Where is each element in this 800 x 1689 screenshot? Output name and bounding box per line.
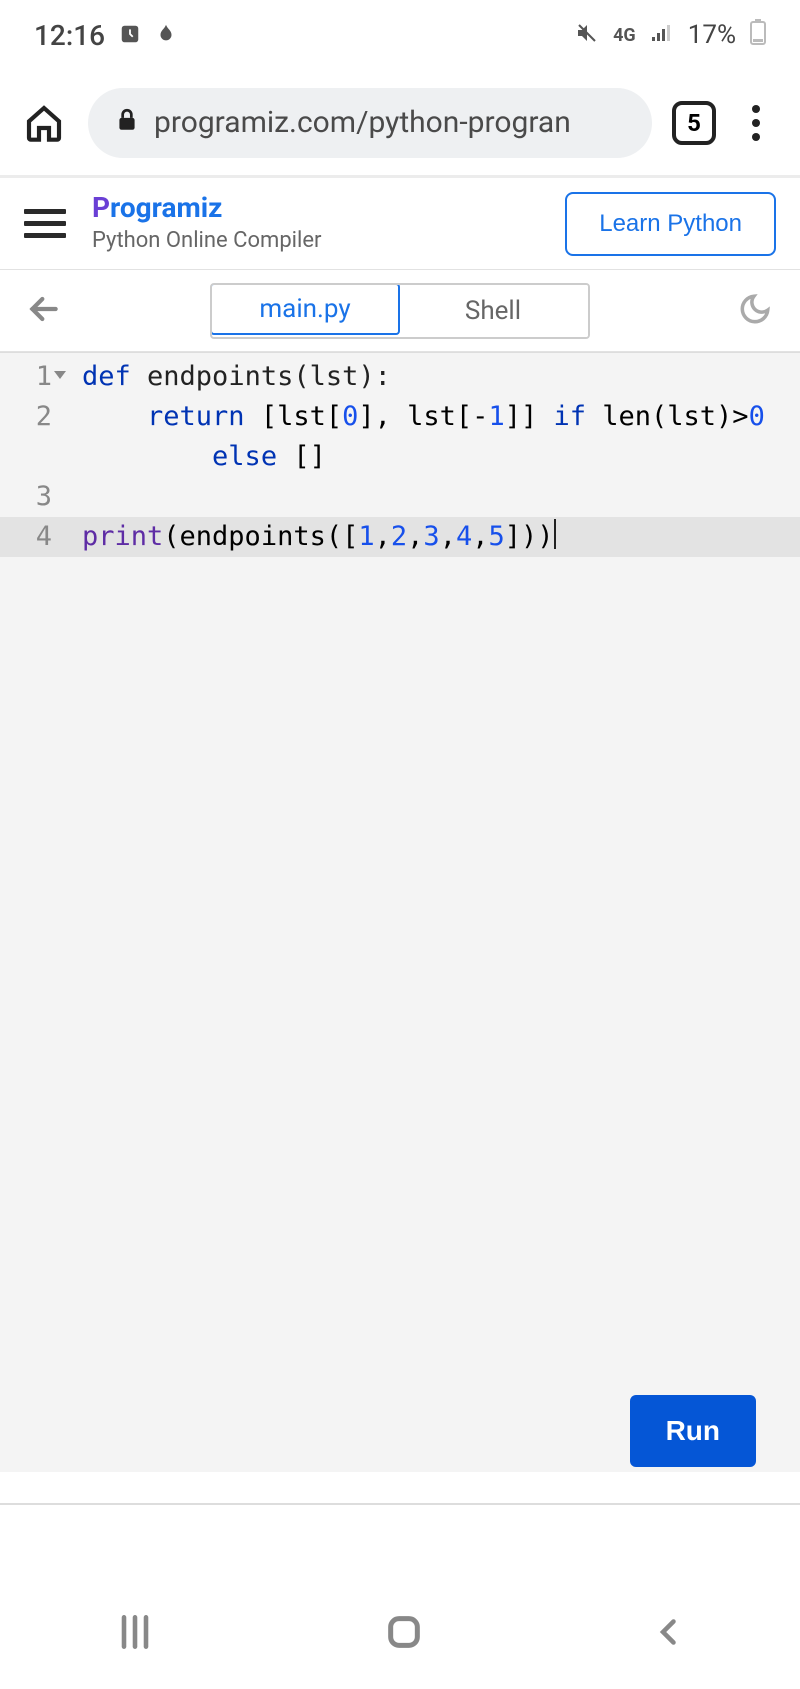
status-right: 4G 17%: [575, 19, 766, 52]
dark-mode-toggle[interactable]: [738, 292, 772, 330]
menu-button[interactable]: [24, 209, 68, 238]
gutter-2: 2: [0, 397, 64, 437]
code-text-4: print(endpoints([1,2,3,4,5])): [64, 517, 556, 557]
site-header: Programiz Python Online Compiler Learn P…: [0, 178, 800, 270]
code-line-4[interactable]: 4 print(endpoints([1,2,3,4,5])): [0, 517, 800, 557]
tab-main-py[interactable]: main.py: [210, 283, 400, 335]
android-nav-bar: [0, 1579, 800, 1689]
gutter-1: 1: [0, 357, 64, 397]
code-editor[interactable]: 1 def endpoints(lst): 2 return [lst[0], …: [0, 352, 800, 1472]
editor-bottom-border: [0, 1503, 800, 1505]
editor-tabs-row: main.py Shell: [0, 270, 800, 352]
back-button[interactable]: [24, 289, 64, 333]
logo-rest: rogramiz: [110, 191, 222, 224]
cursor: [554, 519, 556, 549]
gutter-4: 4: [0, 517, 64, 557]
browser-toolbar: programiz.com/python-progran 5: [0, 70, 800, 178]
battery-percent: 17%: [688, 20, 736, 50]
code-line-2-wrap[interactable]: else []: [0, 437, 800, 477]
app-icon-1: [119, 19, 141, 52]
fold-icon[interactable]: [54, 371, 66, 379]
code-line-1[interactable]: 1 def endpoints(lst):: [0, 357, 800, 397]
browser-menu-button[interactable]: [736, 103, 776, 143]
app-icon-2: [155, 19, 177, 52]
tab-shell[interactable]: Shell: [398, 285, 588, 337]
run-button[interactable]: Run: [630, 1395, 756, 1467]
code-line-2[interactable]: 2 return [lst[0], lst[-1]] if len(lst)>0: [0, 397, 800, 437]
browser-home-button[interactable]: [20, 103, 68, 143]
gutter-2w: [0, 437, 64, 477]
code-text-2w: else []: [64, 437, 326, 477]
tabs-count: 5: [687, 109, 701, 137]
code-text-3: [64, 477, 82, 517]
signal-icon: [650, 19, 674, 52]
status-left: 12:16: [34, 19, 177, 52]
back-nav-button[interactable]: [651, 1614, 687, 1654]
battery-icon: [750, 19, 766, 52]
network-type: 4G: [613, 25, 636, 46]
tab-group: main.py Shell: [210, 283, 590, 339]
learn-python-button[interactable]: Learn Python: [565, 192, 776, 256]
mute-icon: [575, 19, 599, 52]
tabs-button[interactable]: 5: [672, 101, 716, 145]
code-line-3[interactable]: 3: [0, 477, 800, 517]
code-text-2: return [lst[0], lst[-1]] if len(lst)>0: [64, 397, 765, 437]
site-title-block: Programiz Python Online Compiler: [92, 194, 541, 253]
recents-button[interactable]: [113, 1610, 157, 1658]
status-time: 12:16: [34, 19, 105, 52]
url-text: programiz.com/python-progran: [154, 105, 571, 140]
lock-icon: [114, 107, 140, 139]
site-subtitle: Python Online Compiler: [92, 228, 541, 253]
site-logo[interactable]: Programiz: [92, 194, 541, 222]
address-bar[interactable]: programiz.com/python-progran: [88, 88, 652, 158]
gutter-3: 3: [0, 477, 64, 517]
code-text-1: def endpoints(lst):: [64, 357, 391, 397]
home-button[interactable]: [384, 1612, 424, 1656]
android-status-bar: 12:16 4G 17%: [0, 0, 800, 70]
logo-prefix: P: [92, 191, 110, 224]
